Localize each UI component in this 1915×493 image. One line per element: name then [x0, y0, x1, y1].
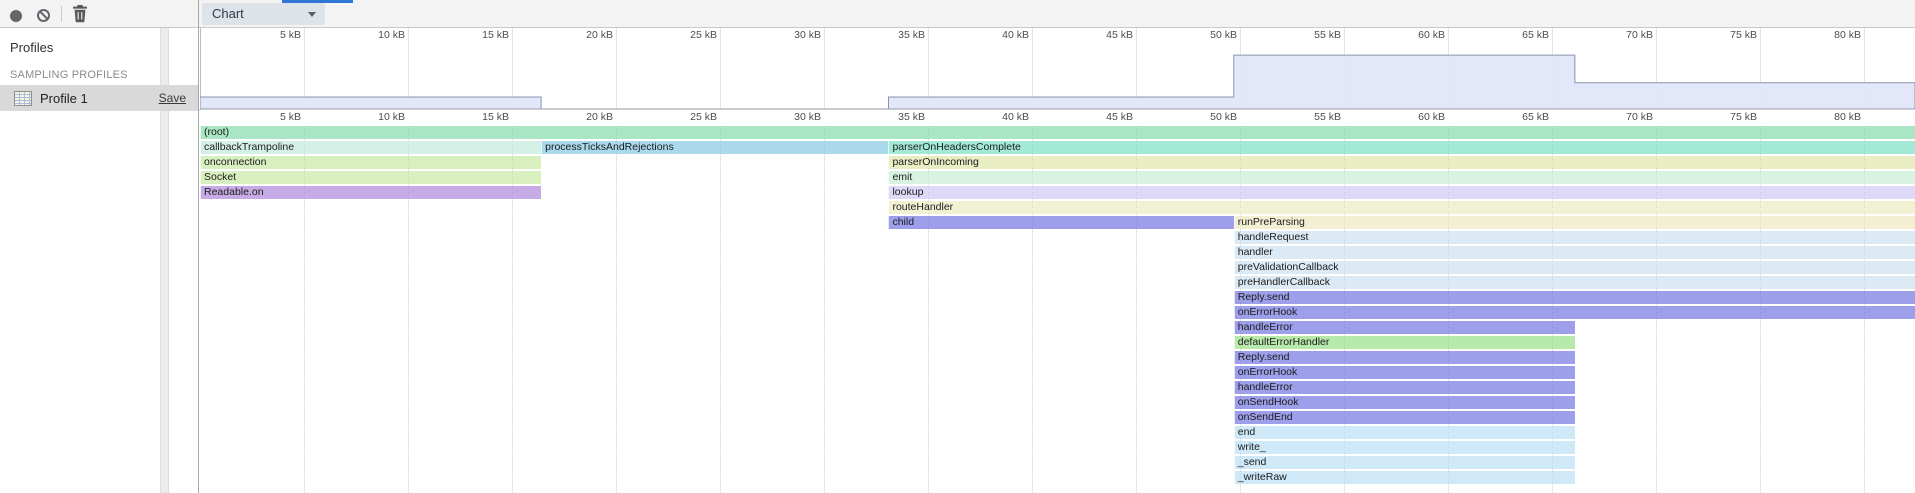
record-icon[interactable]: [10, 10, 22, 22]
gridline-dotted: [616, 126, 617, 493]
ruler-tick-label: 70 kB: [1593, 111, 1653, 123]
ruler-tick-label: 80 kB: [1801, 29, 1861, 41]
ruler-tick-label: 60 kB: [1385, 111, 1445, 123]
flame-frame[interactable]: emit: [888, 171, 1915, 184]
gridline-dotted: [1032, 126, 1033, 493]
flame-frame[interactable]: handleError: [1234, 381, 1575, 394]
gridline-dotted: [824, 126, 825, 493]
gridline-dotted: [1864, 126, 1865, 493]
flame-frame[interactable]: Reply.send: [1234, 351, 1575, 364]
sidebar-item-profile-1[interactable]: Profile 1 Save: [0, 85, 198, 111]
chevron-down-icon: [308, 12, 316, 17]
flame-frame[interactable]: runPreParsing: [1234, 216, 1915, 229]
gridline-dotted: [1656, 126, 1657, 493]
flame-frame[interactable]: handler: [1234, 246, 1915, 259]
sidebar-section-heading: SAMPLING PROFILES: [10, 69, 128, 81]
sidebar: Profiles SAMPLING PROFILES Profile 1 Sav…: [0, 28, 198, 493]
flame-chart-pane: 5 kB 5 kB 10 kB 10 kB 15 kB 15 kB 20 kB 20 kB 25…: [199, 28, 1915, 493]
ruler-tick-label: 10 kB: [345, 111, 405, 123]
flame-frame[interactable]: routeHandler: [888, 201, 1915, 214]
flame-frame[interactable]: onErrorHook: [1234, 306, 1915, 319]
ruler-tick-label: 65 kB: [1489, 29, 1549, 41]
gridline-dotted: [408, 126, 409, 493]
ruler-tick-label: 35 kB: [865, 111, 925, 123]
toolbar-separator: [61, 6, 62, 22]
flame-frame[interactable]: Reply.send: [1234, 291, 1915, 304]
ruler-tick-label: 40 kB: [969, 111, 1029, 123]
ruler-tick-label: 20 kB: [553, 111, 613, 123]
flame-frame[interactable]: Readable.on: [200, 186, 541, 199]
flame-frame[interactable]: end: [1234, 426, 1575, 439]
flame-frame[interactable]: parserOnHeadersComplete: [888, 141, 1915, 154]
flame-frame[interactable]: callbackTrampoline: [200, 141, 541, 154]
flame-frame[interactable]: preValidationCallback: [1234, 261, 1915, 274]
ruler-tick-label: 45 kB: [1073, 111, 1133, 123]
flame-frame[interactable]: onErrorHook: [1234, 366, 1575, 379]
sidebar-title: Profiles: [10, 40, 53, 55]
gridline-dotted: [1552, 126, 1553, 493]
flame-frame[interactable]: processTicksAndRejections: [541, 141, 888, 154]
ruler-tick-label: 40 kB: [969, 29, 1029, 41]
flame-frame[interactable]: write_: [1234, 441, 1575, 454]
ruler-tick-label: 5 kB: [241, 111, 301, 123]
ruler-tick-label: 25 kB: [657, 111, 717, 123]
profile-table-icon: [14, 91, 32, 106]
ruler-tick-label: 55 kB: [1281, 29, 1341, 41]
clear-icon[interactable]: [37, 9, 50, 22]
flame-frame[interactable]: (root): [200, 126, 1915, 139]
ruler-tick-label: 50 kB: [1177, 29, 1237, 41]
flame-frame[interactable]: handleError: [1234, 321, 1575, 334]
ruler-tick-label: 55 kB: [1281, 111, 1341, 123]
flame-frame[interactable]: handleRequest: [1234, 231, 1915, 244]
flame-frame[interactable]: _writeRaw: [1234, 471, 1575, 484]
flame-frame[interactable]: parserOnIncoming: [888, 156, 1915, 169]
view-mode-value: Chart: [212, 6, 244, 21]
ruler-tick-label: 20 kB: [553, 29, 613, 41]
ruler-tick-label: 80 kB: [1801, 111, 1861, 123]
view-mode-select[interactable]: Chart: [202, 3, 325, 25]
ruler-tick-label: 70 kB: [1593, 29, 1653, 41]
flame-frame[interactable]: Socket: [200, 171, 541, 184]
active-tab-indicator: [282, 0, 353, 3]
ruler-tick-label: 15 kB: [449, 29, 509, 41]
ruler-tick-label: 50 kB: [1177, 111, 1237, 123]
profiler-app: Chart Profiles SAMPLING PROFILES Profile…: [0, 0, 1915, 493]
sidebar-divider: [198, 0, 199, 493]
ruler-tick-label: 15 kB: [449, 111, 509, 123]
save-link[interactable]: Save: [159, 91, 186, 105]
flame-frame[interactable]: _send: [1234, 456, 1575, 469]
gridline-dotted: [1240, 126, 1241, 493]
flame-frame[interactable]: defaultErrorHandler: [1234, 336, 1575, 349]
gridline-dotted: [720, 126, 721, 493]
ruler-divider: [199, 109, 1915, 110]
flame-frame[interactable]: onconnection: [200, 156, 541, 169]
ruler-tick-label: 30 kB: [761, 111, 821, 123]
ruler-tick-label: 75 kB: [1697, 29, 1757, 41]
ruler-tick-label: 75 kB: [1697, 111, 1757, 123]
gridline-dotted: [304, 126, 305, 493]
ruler-tick-label: 30 kB: [761, 29, 821, 41]
trash-icon[interactable]: [72, 5, 88, 23]
gridline-dotted: [512, 126, 513, 493]
ruler-tick-label: 65 kB: [1489, 111, 1549, 123]
ruler-tick-label: 60 kB: [1385, 29, 1445, 41]
ruler-tick-label: 45 kB: [1073, 29, 1133, 41]
flame-frame[interactable]: onSendEnd: [1234, 411, 1575, 424]
flame-frame[interactable]: preHandlerCallback: [1234, 276, 1915, 289]
ruler-tick-label: 10 kB: [345, 29, 405, 41]
overview-pane[interactable]: [200, 40, 1915, 110]
flame-frame[interactable]: onSendHook: [1234, 396, 1575, 409]
gridline-dotted: [1448, 126, 1449, 493]
ruler-tick-label: 5 kB: [241, 29, 301, 41]
gridline-dotted: [928, 126, 929, 493]
flame-frame[interactable]: child: [888, 216, 1233, 229]
profile-name: Profile 1: [40, 91, 88, 106]
flame-frame[interactable]: lookup: [888, 186, 1915, 199]
ruler-tick-label: 25 kB: [657, 29, 717, 41]
toolbar: Chart: [0, 0, 1915, 28]
gridline-dotted: [1136, 126, 1137, 493]
gridline-dotted: [1760, 126, 1761, 493]
ruler-tick-label: 35 kB: [865, 29, 925, 41]
gridline-dotted: [1344, 126, 1345, 493]
